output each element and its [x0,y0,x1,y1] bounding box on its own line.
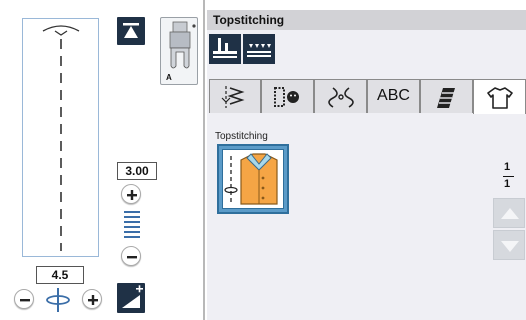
stitch-length-icon [124,211,140,238]
stitch-settings-panel: A 3.00 4.5 [0,0,205,320]
stitch-width-increase-button[interactable] [82,289,102,309]
plus-icon [88,295,98,305]
page-down-button[interactable] [493,230,525,260]
stitch-width-icon [46,288,70,312]
stitch-length-decrease-button[interactable] [121,246,141,266]
stitch-width-decrease-button[interactable] [14,289,34,309]
category-label: Topstitching [215,131,268,142]
stitch-list-area: Topstitching [207,114,526,320]
tab-alphabet[interactable]: ABC [367,79,420,113]
tab-quilt[interactable] [420,79,473,113]
quilt-stitch-icon [437,88,455,108]
utility-stitch-icon [221,86,245,108]
topstitch-shirt-icon [224,153,278,205]
buttonhole-icon [274,87,299,107]
needle-up-icon [123,23,139,38]
stitch-selection-panel: Topstitching ABC Topstitching 1 1 [207,10,526,320]
tab-decorative[interactable] [314,79,367,113]
stitch-preview [22,18,99,257]
minus-icon [127,256,137,259]
page-total: 1 [504,178,511,190]
topstitching-stitch-tile[interactable] [217,144,289,214]
stitch-pattern-button[interactable] [243,34,275,64]
tab-utility[interactable] [209,79,261,113]
stitch-tile-inner [222,149,284,209]
presser-foot-label: A [166,73,172,82]
minus-icon [20,299,30,302]
presser-foot-icon [169,21,196,69]
decorative-stitch-icon [328,87,354,108]
sewing-machine-screen: A 3.00 4.5 Topstitching ABC Topstitching… [0,0,526,320]
arrow-down-icon [501,241,519,252]
mirror-foot-icon [213,38,237,58]
presser-foot-indicator: A [160,17,198,85]
plus-icon [127,190,137,200]
garment-shirt-icon [487,87,513,109]
panel-title: Topstitching [207,10,526,30]
stitch-length-increase-button[interactable] [121,184,141,204]
alphabet-tab-label: ABC [377,87,410,104]
tab-garment[interactable] [473,79,526,114]
stitch-row-icon [247,44,271,57]
page-current: 1 [504,161,511,173]
page-divider [503,176,514,177]
mirror-stitch-button[interactable] [209,34,241,64]
tension-adjust-button[interactable] [117,283,145,313]
tension-slope-icon [122,285,143,308]
stitch-length-value: 3.00 [117,162,157,180]
page-up-button[interactable] [493,198,525,228]
stitch-width-value: 4.5 [36,266,84,284]
arrow-up-icon [501,208,519,219]
tab-buttonhole[interactable] [261,79,314,113]
stitch-category-tabs: ABC [209,79,526,114]
needle-stop-up-button[interactable] [117,17,145,45]
